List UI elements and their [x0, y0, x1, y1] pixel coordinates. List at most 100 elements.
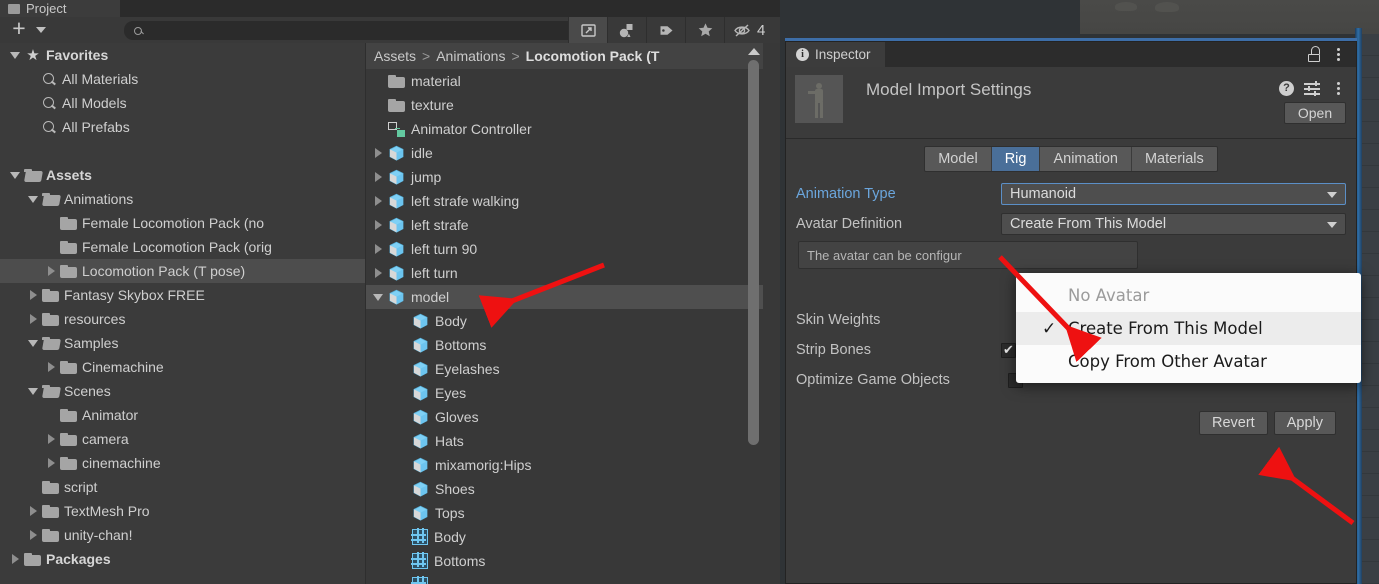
- tree-item-favorites[interactable]: ★ Favorites: [0, 43, 365, 67]
- popup-item-create-from-this-model[interactable]: ✓ Create From This Model: [1016, 312, 1361, 345]
- tree-item-all-prefabs[interactable]: All Prefabs: [0, 115, 365, 139]
- tab-animation[interactable]: Animation: [1040, 147, 1132, 171]
- tree-item-samples[interactable]: Samples: [0, 331, 365, 355]
- file-row-shoes[interactable]: Shoes: [366, 477, 763, 501]
- inspector-menu-icon[interactable]: [1330, 45, 1346, 63]
- file-row[interactable]: [366, 573, 763, 584]
- tree-item-scenes[interactable]: Scenes: [0, 379, 365, 403]
- tree-item-fantasy-skybox-free[interactable]: Fantasy Skybox FREE: [0, 283, 365, 307]
- tree-item-animations[interactable]: Animations: [0, 187, 365, 211]
- tree-item-resources[interactable]: resources: [0, 307, 365, 331]
- tree-item-script[interactable]: script: [0, 475, 365, 499]
- file-row-mixamorig-hips[interactable]: mixamorig:Hips: [366, 453, 763, 477]
- twisty-expanded-icon[interactable]: [368, 285, 388, 309]
- popup-item-no-avatar[interactable]: No Avatar: [1016, 279, 1361, 312]
- tab-inspector[interactable]: i Inspector: [786, 42, 885, 67]
- add-asset-button[interactable]: +: [4, 16, 34, 41]
- file-row-hats[interactable]: Hats: [366, 429, 763, 453]
- tab-rig[interactable]: Rig: [991, 147, 1041, 171]
- favorites-filter-button[interactable]: [685, 17, 724, 43]
- twisty-collapsed-icon[interactable]: [42, 355, 60, 379]
- file-row-texture[interactable]: texture: [366, 93, 763, 117]
- twisty-collapsed-icon[interactable]: [368, 141, 388, 165]
- scroll-up-icon[interactable]: [748, 48, 760, 55]
- file-rows[interactable]: material texture Animator Controller idle ju…: [366, 69, 763, 584]
- avatar-definition-dropdown[interactable]: Create From This Model: [1001, 213, 1346, 235]
- tab-model[interactable]: Model: [925, 147, 992, 171]
- file-row-eyelashes[interactable]: Eyelashes: [366, 357, 763, 381]
- tree-item-packages[interactable]: Packages: [0, 547, 365, 571]
- tree-item-all-materials[interactable]: All Materials: [0, 67, 365, 91]
- tree-item-cinemachine[interactable]: Cinemachine: [0, 355, 365, 379]
- twisty-expanded-icon[interactable]: [24, 187, 42, 211]
- file-row-left-turn-90[interactable]: left turn 90: [366, 237, 763, 261]
- file-row-tops[interactable]: Tops: [366, 501, 763, 525]
- twisty-collapsed-icon[interactable]: [368, 237, 388, 261]
- breadcrumb-part[interactable]: Assets: [374, 48, 416, 64]
- project-tree[interactable]: ★ Favorites All Materials All Models All Pre…: [0, 43, 365, 584]
- file-row-left-turn[interactable]: left turn: [366, 261, 763, 285]
- twisty-collapsed-icon[interactable]: [42, 259, 60, 283]
- preset-icon[interactable]: [1304, 81, 1320, 96]
- file-list-scrollbar[interactable]: [748, 48, 760, 518]
- twisty-collapsed-icon[interactable]: [6, 547, 24, 571]
- file-row-eyes[interactable]: Eyes: [366, 381, 763, 405]
- tree-item-locomotion-pack-t-pose[interactable]: Locomotion Pack (T pose): [0, 259, 365, 283]
- file-row-body[interactable]: Body: [366, 525, 763, 549]
- breadcrumb-part[interactable]: Animations: [436, 48, 505, 64]
- twisty-collapsed-icon[interactable]: [24, 283, 42, 307]
- file-row-left-strafe-walking[interactable]: left strafe walking: [366, 189, 763, 213]
- tree-item-assets[interactable]: Assets: [0, 163, 365, 187]
- revert-button[interactable]: Revert: [1199, 411, 1268, 435]
- help-icon[interactable]: ?: [1279, 80, 1294, 96]
- twisty-collapsed-icon[interactable]: [24, 499, 42, 523]
- tree-item-female-locomotion-pack-no[interactable]: Female Locomotion Pack (no: [0, 211, 365, 235]
- component-menu-icon[interactable]: [1330, 79, 1346, 97]
- tree-item-unity-chan[interactable]: unity-chan!: [0, 523, 365, 547]
- twisty-collapsed-icon[interactable]: [368, 261, 388, 285]
- file-row-gloves[interactable]: Gloves: [366, 405, 763, 429]
- twisty-collapsed-icon[interactable]: [42, 451, 60, 475]
- avatar-definition-popup-menu[interactable]: No Avatar ✓ Create From This Model Copy Fro…: [1016, 273, 1361, 383]
- twisty-expanded-icon[interactable]: [24, 379, 42, 403]
- open-button[interactable]: Open: [1284, 102, 1346, 124]
- twisty-collapsed-icon[interactable]: [24, 523, 42, 547]
- file-row-jump[interactable]: jump: [366, 165, 763, 189]
- filter-by-label-button[interactable]: [646, 17, 685, 43]
- tree-item-cinemachine[interactable]: cinemachine: [0, 451, 365, 475]
- twisty-expanded-icon[interactable]: [24, 331, 42, 355]
- lock-icon[interactable]: [1308, 46, 1322, 62]
- open-in-new-window-button[interactable]: [568, 17, 607, 43]
- add-asset-dropdown[interactable]: [34, 19, 48, 41]
- file-row-body[interactable]: Body: [366, 309, 763, 333]
- tree-item-all-models[interactable]: All Models: [0, 91, 365, 115]
- filter-by-type-button[interactable]: [607, 17, 646, 43]
- tab-materials[interactable]: Materials: [1131, 147, 1217, 171]
- file-row-material[interactable]: material: [366, 69, 763, 93]
- file-row-left-strafe[interactable]: left strafe: [366, 213, 763, 237]
- hidden-assets-button[interactable]: 4: [724, 17, 773, 43]
- animation-type-dropdown[interactable]: Humanoid: [1001, 183, 1346, 205]
- apply-button[interactable]: Apply: [1273, 411, 1336, 435]
- popup-item-copy-from-other-avatar[interactable]: Copy From Other Avatar: [1016, 345, 1361, 378]
- tree-item-female-locomotion-pack-orig[interactable]: Female Locomotion Pack (orig: [0, 235, 365, 259]
- twisty-collapsed-icon[interactable]: [24, 307, 42, 331]
- twisty-expanded-icon[interactable]: [6, 43, 24, 67]
- twisty-expanded-icon[interactable]: [6, 163, 24, 187]
- twisty-collapsed-icon[interactable]: [368, 189, 388, 213]
- file-row-model[interactable]: model: [366, 285, 763, 309]
- tree-item-textmesh-pro[interactable]: TextMesh Pro: [0, 499, 365, 523]
- strip-bones-checkbox[interactable]: ✔: [1001, 342, 1016, 358]
- tab-strip[interactable]: Model Rig Animation Materials: [924, 146, 1218, 172]
- tree-item-animator[interactable]: Animator: [0, 403, 365, 427]
- file-row-bottoms[interactable]: Bottoms: [366, 549, 763, 573]
- search-input[interactable]: [148, 23, 548, 38]
- file-row-bottoms[interactable]: Bottoms: [366, 333, 763, 357]
- file-row-idle[interactable]: idle: [366, 141, 763, 165]
- twisty-collapsed-icon[interactable]: [368, 165, 388, 189]
- twisty-collapsed-icon[interactable]: [368, 213, 388, 237]
- scrollbar-thumb[interactable]: [748, 60, 759, 445]
- tree-item-camera[interactable]: camera: [0, 427, 365, 451]
- search-field[interactable]: [124, 21, 584, 40]
- twisty-collapsed-icon[interactable]: [42, 427, 60, 451]
